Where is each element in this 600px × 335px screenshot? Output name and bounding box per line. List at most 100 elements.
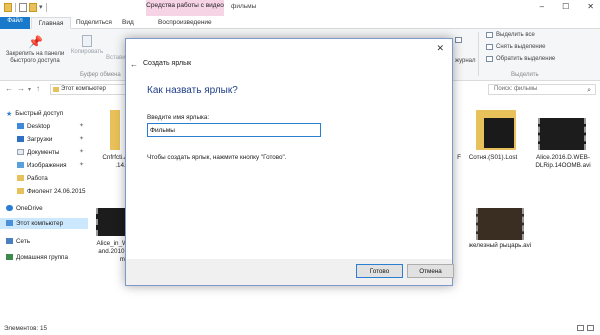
dialog-footer: Готово Отмена <box>126 259 454 285</box>
star-icon: ★ <box>6 111 13 118</box>
pin-label: Закрепить на панели быстрого доступа <box>5 51 65 64</box>
file-item[interactable]: Сотня.(S01).Lost <box>458 154 528 162</box>
view-toggle <box>577 325 594 331</box>
file-name: Сотня.(S01).Lost <box>468 154 518 161</box>
video-thumbnail[interactable] <box>96 208 128 236</box>
window-controls: – ☐ ✕ <box>540 2 594 11</box>
navigation-pane: ★ Быстрый доступ Desktop ✦ Загрузки ✦ Докум… <box>0 104 88 320</box>
invert-selection-button[interactable]: Обратить выделение <box>486 56 555 62</box>
nav-label: Этот компьютер <box>16 220 64 227</box>
tab-share[interactable]: Поделиться <box>76 17 112 29</box>
nav-item-onedrive[interactable]: OneDrive <box>0 203 88 214</box>
nav-item-downloads[interactable]: Загрузки ✦ <box>0 134 88 145</box>
properties-icon[interactable] <box>19 3 27 12</box>
window-title: фильмы <box>231 3 257 10</box>
tab-view[interactable]: Вид <box>122 17 134 29</box>
select-all-label: Выделить все <box>496 32 535 38</box>
pictures-icon <box>17 162 24 168</box>
file-name: Alice.2016.D.WEB-DLRip.14OOMB.avi <box>535 154 591 169</box>
chevron-down-icon[interactable]: ▾ <box>28 86 31 93</box>
folder-icon <box>17 188 24 194</box>
folder-icon <box>4 3 12 12</box>
close-icon[interactable]: ✕ <box>587 2 594 11</box>
file-item[interactable]: железный рыцарь.avi <box>468 242 532 250</box>
nav-item-homegroup[interactable]: Домашняя группа <box>0 252 88 263</box>
search-icon: ⌕ <box>587 87 591 94</box>
invert-selection-label: Обратить выделение <box>496 56 556 62</box>
video-thumbnail[interactable] <box>538 118 586 150</box>
folder-icon <box>17 175 24 181</box>
nav-label: Быстрый доступ <box>15 110 64 117</box>
file-item[interactable]: Alice.2016.D.WEB-DLRip.14OOMB.avi <box>532 154 594 170</box>
nav-label: Desktop <box>27 123 51 130</box>
pin-icon: ✦ <box>78 149 84 155</box>
pin-icon: ✦ <box>78 136 84 142</box>
history-label: журнал <box>455 58 476 64</box>
folder-thumbnail[interactable] <box>476 110 516 150</box>
video-thumbnail[interactable] <box>476 208 524 240</box>
select-all-button[interactable]: Выделить все <box>486 32 535 38</box>
chevron-down-icon[interactable]: ▾ <box>39 3 43 12</box>
network-icon <box>6 238 13 244</box>
item-count: Элементов: 15 <box>4 325 47 332</box>
address-bar[interactable]: Этот компьютер <box>50 84 130 95</box>
quick-access-toolbar: ▾ <box>4 3 48 12</box>
nav-item-work[interactable]: Работа <box>0 173 88 184</box>
copy-button[interactable]: Копировать <box>68 35 106 56</box>
cancel-button[interactable]: Отмена <box>407 264 454 278</box>
nav-item-this-pc[interactable]: Этот компьютер <box>0 218 88 229</box>
video-preview <box>484 118 514 148</box>
search-placeholder: Поиск: фильмы <box>494 86 538 92</box>
dialog-title: Создать ярлык <box>143 60 192 67</box>
ribbon-tabs: Файл Главная Поделиться Вид Воспроизведе… <box>0 16 600 29</box>
desktop-icon <box>17 123 24 129</box>
address-path: Этот компьютер <box>61 86 106 92</box>
close-icon[interactable]: ✕ <box>436 43 444 54</box>
nav-label: Фиолент 24.06.2015 <box>27 188 86 195</box>
pin-icon: ✦ <box>78 162 84 168</box>
separator <box>478 32 479 76</box>
copy-icon <box>82 35 92 47</box>
pin-to-quick-access-button[interactable]: 📌 Закрепить на панели быстрого доступа <box>3 35 67 65</box>
tab-playback[interactable]: Воспроизведение <box>158 17 212 29</box>
create-shortcut-dialog: ✕ ← Создать ярлык Как назвать ярлык? Вве… <box>125 38 454 286</box>
nav-label: Домашняя группа <box>16 254 68 261</box>
nav-item-documents[interactable]: Документы ✦ <box>0 147 88 158</box>
nav-item-quick-access[interactable]: ★ Быстрый доступ <box>0 108 88 119</box>
cloud-icon <box>6 205 13 211</box>
tab-home[interactable]: Главная <box>31 17 71 29</box>
search-input[interactable]: Поиск: фильмы ⌕ <box>488 84 596 95</box>
tab-file[interactable]: Файл <box>0 17 30 29</box>
shortcut-name-input[interactable] <box>147 123 321 137</box>
nav-item-pictures[interactable]: Изображения ✦ <box>0 160 88 171</box>
back-arrow-icon[interactable]: ← <box>130 60 138 69</box>
select-none-label: Снять выделение <box>496 44 546 50</box>
pin-icon: 📌 <box>28 35 43 49</box>
nav-item-fiolent[interactable]: Фиолент 24.06.2015 <box>0 186 88 197</box>
back-arrow-icon[interactable]: ← <box>5 84 13 93</box>
document-icon <box>17 149 24 155</box>
nav-label: Загрузки <box>27 136 53 143</box>
forward-arrow-icon[interactable]: → <box>17 84 25 93</box>
details-view-icon[interactable] <box>577 325 584 331</box>
folder-thumbnail[interactable] <box>110 110 120 150</box>
select-all-icon <box>486 32 493 38</box>
maximize-icon[interactable]: ☐ <box>562 2 569 11</box>
nav-label: OneDrive <box>16 205 43 212</box>
minimize-icon[interactable]: – <box>540 2 544 11</box>
folder-icon <box>53 87 59 92</box>
properties-button[interactable] <box>455 37 462 43</box>
nav-item-desktop[interactable]: Desktop ✦ <box>0 121 88 132</box>
nav-label: Изображения <box>27 162 67 169</box>
finish-button[interactable]: Готово <box>356 264 403 278</box>
large-icons-view-icon[interactable] <box>587 325 594 331</box>
nav-item-network[interactable]: Сеть <box>0 236 88 247</box>
up-arrow-icon[interactable]: ↑ <box>36 84 40 93</box>
shortcut-name-label: Введите имя ярлыка: <box>147 114 210 121</box>
select-none-button[interactable]: Снять выделение <box>486 44 545 50</box>
file-name: mk <box>119 256 128 263</box>
file-item[interactable]: Alice_in_W and.2010.I mk <box>92 240 129 264</box>
file-name: железный рыцарь.avi <box>468 242 532 249</box>
history-button[interactable]: журнал <box>455 58 476 64</box>
new-folder-icon[interactable] <box>29 3 37 12</box>
